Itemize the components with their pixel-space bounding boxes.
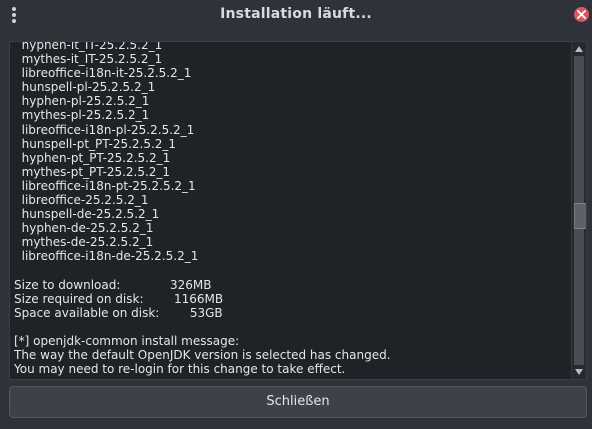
log-line: libreoffice-i18n-pl-25.2.5.2_1 [14,122,195,137]
log-line: Size required on disk: 1166MB [14,291,224,306]
scroll-down-button[interactable] [572,366,586,378]
close-icon [577,10,586,19]
install-log-text: hyphen-it_IT-25.2.5.2_1 mythes-it_IT-25.… [14,41,569,377]
log-line: hyphen-pl-25.2.5.2_1 [14,94,150,109]
log-line: libreoffice-i18n-pt-25.2.5.2_1 [14,178,196,193]
log-line: mythes-it_IT-25.2.5.2_1 [14,52,163,67]
log-line: hunspell-de-25.2.5.2_1 [14,207,160,222]
log-line: mythes-pl-25.2.5.2_1 [14,108,150,123]
triangle-down-icon [575,369,583,375]
log-line: hyphen-pt_PT-25.2.5.2_1 [14,150,171,165]
triangle-up-icon [575,46,583,52]
log-line: libreoffice-25.2.5.2_1 [14,193,149,208]
scroll-track[interactable] [572,56,586,365]
log-line: hunspell-pt_PT-25.2.5.2_1 [14,136,177,151]
install-log-view[interactable]: hyphen-it_IT-25.2.5.2_1 mythes-it_IT-25.… [9,41,587,380]
scroll-thumb[interactable] [574,203,586,229]
log-scrollbar[interactable] [571,42,586,379]
log-line: hyphen-de-25.2.5.2_1 [14,221,154,236]
log-line: libreoffice-i18n-it-25.2.5.2_1 [14,66,192,81]
log-line: mythes-pt_PT-25.2.5.2_1 [14,164,171,179]
log-line: mythes-de-25.2.5.2_1 [14,235,154,250]
title-bar: Installation läuft... [0,0,592,30]
log-line: The way the default OpenJDK version is s… [14,348,391,363]
log-line: Space available on disk: 53GB [14,305,223,320]
log-line: hyphen-it_IT-25.2.5.2_1 [14,41,163,52]
log-line: You may need to re-login for this change… [14,362,346,377]
log-line: Size to download: 326MB [14,277,212,292]
install-dialog: Installation läuft... hyphen-it_IT-25.2.… [0,0,592,429]
close-button[interactable]: Schließen [9,386,587,418]
close-window-button[interactable] [574,7,589,22]
log-line: hunspell-pl-25.2.5.2_1 [14,80,156,95]
log-line: [*] openjdk-common install message: [14,333,240,348]
scroll-up-button[interactable] [572,43,586,55]
log-line: libreoffice-i18n-de-25.2.5.2_1 [14,249,199,264]
window-title: Installation läuft... [220,6,372,22]
